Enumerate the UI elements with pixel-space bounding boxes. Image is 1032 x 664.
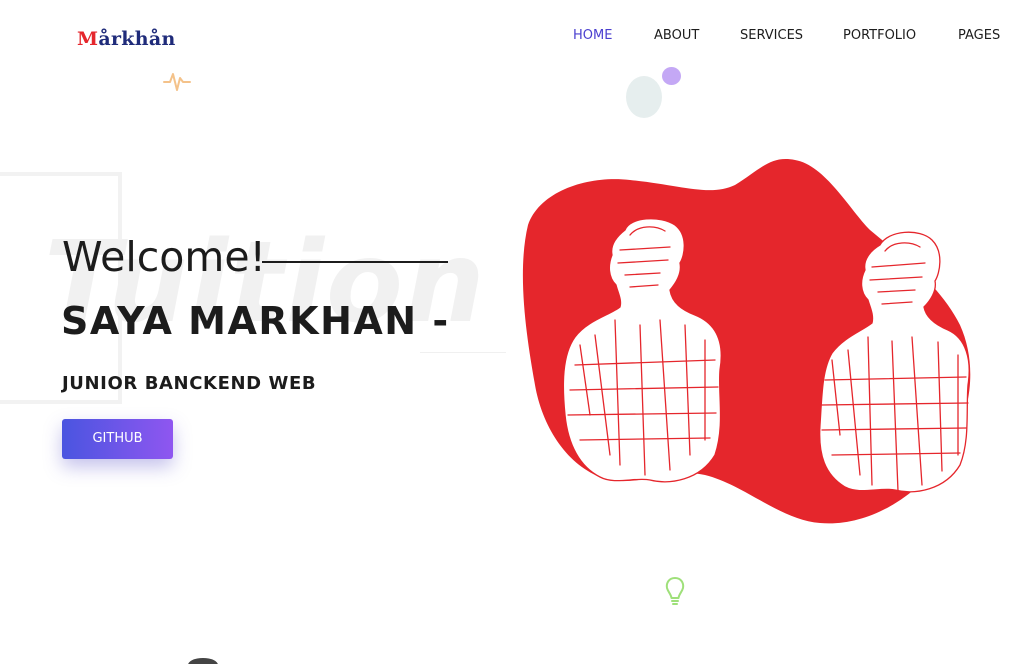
- decor-circle-grey: [626, 76, 662, 118]
- heartbeat-icon: [163, 73, 191, 91]
- main-nav: HOME ABOUT SERVICES PORTFOLIO PAGES: [0, 27, 1032, 47]
- github-button[interactable]: GITHUB: [62, 419, 173, 459]
- decor-circle-purple: [662, 67, 681, 85]
- nav-item-home[interactable]: HOME: [573, 27, 612, 45]
- welcome-heading: Welcome!: [62, 233, 266, 281]
- nav-item-about[interactable]: ABOUT: [654, 27, 699, 45]
- landing-page: Mårkhån HOME ABOUT SERVICES PORTFOLIO PA…: [0, 0, 1032, 664]
- hero-role: JUNIOR BANCKEND WEB: [62, 373, 317, 394]
- decor-line: [420, 352, 506, 353]
- decor-bottom-shape: [188, 658, 218, 664]
- hero-name: SAYA MARKHAN -: [61, 299, 450, 343]
- nav-item-portfolio[interactable]: PORTFOLIO: [843, 27, 916, 45]
- welcome-underline: [262, 261, 448, 263]
- nav-item-services[interactable]: SERVICES: [740, 27, 803, 45]
- lightbulb-icon: [665, 577, 685, 605]
- nav-item-pages[interactable]: PAGES: [958, 27, 1000, 45]
- hero-illustration: [522, 159, 971, 524]
